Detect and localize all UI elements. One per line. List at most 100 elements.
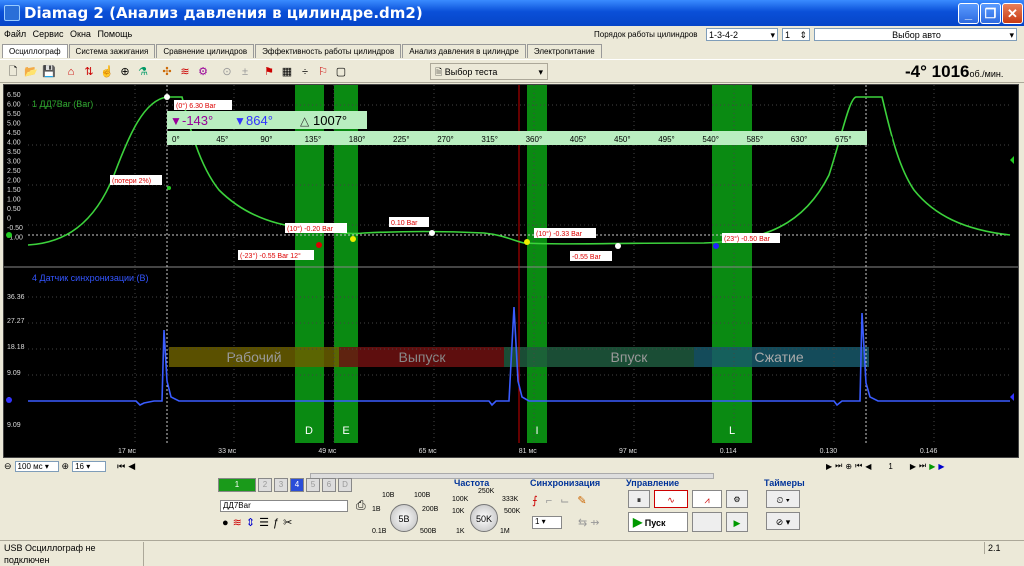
channel4-trigger-handle[interactable] <box>1010 393 1014 401</box>
tab-oscilloscope[interactable]: Осциллограф <box>2 44 68 58</box>
tab-pressure-analysis[interactable]: Анализ давления в цилиндре <box>402 44 526 58</box>
rising-edge-icon[interactable]: ⨍ <box>532 495 546 507</box>
hand-icon[interactable]: ☝ <box>100 65 114 79</box>
flag-icon[interactable]: ⚐ <box>316 65 330 79</box>
menu-windows[interactable]: Окна <box>70 29 91 39</box>
frequency-title: Частота <box>454 478 490 488</box>
cylinder-spinner[interactable]: 1 ⇕ <box>782 28 810 41</box>
tab-cylinder-efficiency[interactable]: Эффективность работы цилиндров <box>255 44 402 58</box>
document-icon[interactable]: ▢ <box>334 65 348 79</box>
gauge-icon[interactable]: ⊙ <box>220 65 234 79</box>
channel-button-5[interactable]: 5 <box>306 478 320 492</box>
lines-icon[interactable]: ☰ <box>259 517 273 529</box>
tab-power[interactable]: Электропитание <box>526 44 602 58</box>
channel-button-3[interactable]: 3 <box>274 478 288 492</box>
cursor-icon[interactable]: ⇅ <box>82 65 96 79</box>
restore-button[interactable]: ❐ <box>980 3 1001 24</box>
volt-1v: 1В <box>372 506 381 513</box>
sync-extra-icons[interactable]: ⇆ ⇸ <box>578 516 600 529</box>
start-label: Пуск <box>644 518 666 528</box>
phase-exhaust: Выпуск <box>399 349 447 365</box>
auto-sync-icon[interactable]: ✎ <box>577 495 594 507</box>
back-icon[interactable]: ◀ <box>865 462 871 471</box>
pause-button[interactable]: ⏸ <box>628 490 650 508</box>
zoom-out-icon[interactable]: ⊖ <box>4 461 12 472</box>
auto-select[interactable]: Выбор авто ▾ <box>814 28 1017 41</box>
edge-icon[interactable]: ⌐ <box>546 495 560 507</box>
scale-icon[interactable]: ± <box>238 65 252 79</box>
channel-button-D[interactable]: D <box>338 478 352 492</box>
blank-button[interactable] <box>692 512 722 532</box>
play-icon[interactable]: ▶ <box>929 462 935 471</box>
channel-button-4[interactable]: 4 <box>290 478 304 492</box>
fx-icon[interactable]: ƒ <box>273 517 283 529</box>
channel1-trigger-handle[interactable] <box>1010 156 1014 164</box>
probe-print-icon[interactable]: ⎙ <box>356 498 366 513</box>
filter-icon[interactable]: ⚗ <box>136 65 150 79</box>
channel-button-2[interactable]: 2 <box>258 478 272 492</box>
sync-channel-select[interactable]: 1 ▾ <box>532 516 562 529</box>
minimize-button[interactable]: _ <box>958 3 979 24</box>
first-page-icon[interactable]: ⏮ <box>117 461 125 472</box>
menu-help[interactable]: Помощь <box>97 29 132 39</box>
falling-edge-icon[interactable]: ⌙ <box>560 495 577 507</box>
order-select[interactable]: 1-3-4-2 ▾ <box>706 28 778 41</box>
zoom-in-icon[interactable]: ⊕ <box>62 461 70 472</box>
play-small-icon[interactable]: ▶ <box>826 462 832 471</box>
channel1-y-tick: 5.00 <box>7 121 21 128</box>
test-select[interactable]: 🗎 Выбор теста ▾ <box>430 63 548 80</box>
eye-icon[interactable]: ● <box>222 517 233 529</box>
single-wave-button[interactable]: ∿ <box>654 490 688 508</box>
channel4-offset-handle[interactable] <box>6 397 12 403</box>
save-icon[interactable]: 💾 <box>42 65 56 79</box>
marker-icon[interactable]: ⚑ <box>262 65 276 79</box>
close-button[interactable]: ✕ <box>1002 3 1023 24</box>
chevron-down-icon: ▾ <box>770 30 775 40</box>
probe-input[interactable]: ДД7Bar <box>220 500 348 512</box>
status-text: USB Осциллограф не подключен <box>4 542 144 566</box>
timers-title: Таймеры <box>764 478 805 488</box>
table-icon[interactable]: ▦ <box>280 65 294 79</box>
timer-dropdown-1[interactable]: ⏲ ▾ <box>766 490 800 508</box>
scissors-icon[interactable]: ✂ <box>283 517 296 529</box>
measure-icon[interactable]: ✣ <box>160 65 174 79</box>
voltage-knob[interactable]: 5В <box>390 504 418 532</box>
prev-page-icon[interactable]: ◀ <box>128 461 135 472</box>
point-white2 <box>615 243 621 249</box>
divide-icon[interactable]: ÷ <box>298 65 312 79</box>
forward-icon[interactable]: ▶ <box>910 462 916 471</box>
wave-icon[interactable]: ≋ <box>233 517 246 529</box>
open-folder-icon[interactable]: 📂 <box>24 65 38 79</box>
tab-ignition[interactable]: Система зажигания <box>68 44 156 58</box>
menu-file[interactable]: Файл <box>4 29 26 39</box>
channel-button-1[interactable]: 1 <box>218 478 256 492</box>
end-icon[interactable]: ⏭ <box>919 461 926 471</box>
timer-dropdown-2[interactable]: ⊘ ▾ <box>766 512 800 530</box>
rewind-icon[interactable]: ⏮ <box>855 461 862 471</box>
channel1-offset-handle[interactable] <box>6 232 12 238</box>
auto-button[interactable]: ⚙ <box>726 490 748 508</box>
control-title: Управление <box>626 478 680 488</box>
next-icon[interactable]: ▶ <box>938 462 944 471</box>
trigger-icon[interactable]: ⌂ <box>64 65 78 79</box>
zoom-icon[interactable]: ⊕ <box>118 65 132 79</box>
record-icon[interactable]: ⊕ <box>845 462 852 471</box>
count-select[interactable]: 16 ▾ <box>72 460 107 472</box>
oscilloscope-area[interactable]: Рабочий Выпуск Впуск Сжатие 6.50 6.00 5.50… <box>3 84 1024 458</box>
waves-icon[interactable]: ≋ <box>178 65 192 79</box>
tab-cylinder-compare[interactable]: Сравнение цилиндров <box>156 44 255 58</box>
angle-tick: 0° <box>172 135 180 144</box>
next-mark-icon[interactable]: ⏭ <box>835 461 842 471</box>
multi-wave-button[interactable]: ⩘ <box>692 490 722 508</box>
updown-icon[interactable]: ⇕ <box>246 517 259 529</box>
timebase-select[interactable]: 100 мс ▾ <box>14 460 59 472</box>
auto-start-button[interactable]: ▶ <box>726 512 748 532</box>
frequency-knob[interactable]: 50K <box>470 504 498 532</box>
title-bar: Diamag 2 (Анализ давления в цилиндре.dm2… <box>0 0 1024 26</box>
rpm-value: 1016 <box>931 62 970 81</box>
menu-service[interactable]: Сервис <box>33 29 64 39</box>
start-button[interactable]: ▶ Пуск <box>628 512 688 532</box>
channel-button-6[interactable]: 6 <box>322 478 336 492</box>
spectrum-icon[interactable]: ⚙ <box>196 65 210 79</box>
new-file-icon[interactable]: 🗋 <box>6 65 20 79</box>
